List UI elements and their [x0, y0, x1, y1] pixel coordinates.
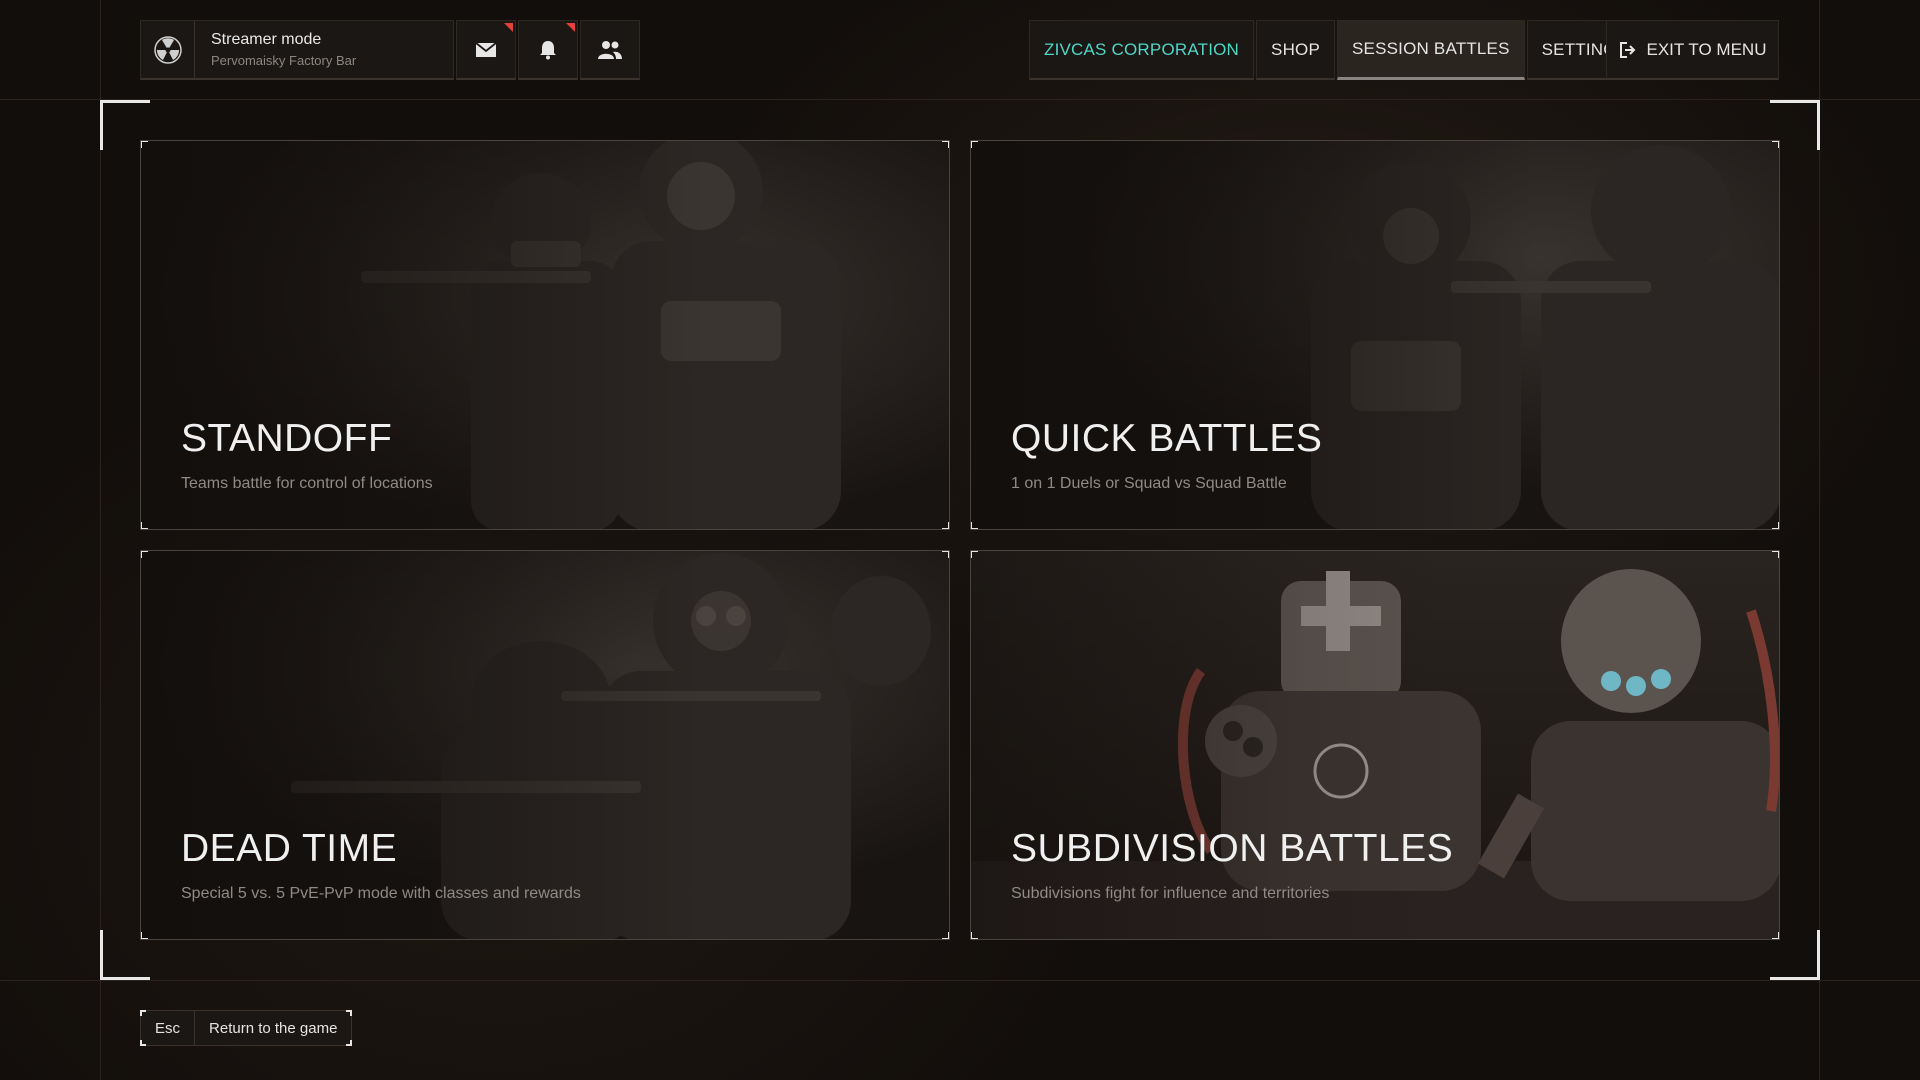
nav-zivcas-corporation[interactable]: ZIVCAS CORPORATION — [1029, 20, 1255, 80]
exit-to-menu-button[interactable]: EXIT TO MENU — [1606, 20, 1779, 80]
mode-description: Teams battle for control of locations — [181, 475, 433, 492]
mode-description: 1 on 1 Duels or Squad vs Squad Battle — [1011, 475, 1287, 492]
exit-icon — [1619, 41, 1635, 58]
main-nav: ZIVCAS CORPORATION SHOP SESSION BATTLES … — [1029, 20, 1644, 80]
mode-description: Special 5 vs. 5 PvE-PvP mode with classe… — [181, 885, 581, 902]
nav-session-battles[interactable]: SESSION BATTLES — [1337, 20, 1525, 80]
mode-description: Subdivisions fight for influence and ter… — [1011, 885, 1330, 902]
notifications-button[interactable] — [518, 20, 578, 80]
frame-line-bottom — [0, 980, 1920, 981]
mode-card-standoff[interactable]: STANDOFF Teams battle for control of loc… — [140, 140, 950, 530]
mode-title: SUBDIVISION BATTLES — [1011, 827, 1454, 870]
footer-hint[interactable]: Esc Return to the game — [140, 1010, 353, 1046]
mail-button[interactable] — [456, 20, 516, 80]
frame-line-left — [100, 0, 101, 1080]
frame-line-top — [0, 99, 1920, 100]
notification-indicator — [566, 23, 575, 32]
bell-icon — [540, 40, 556, 59]
friends-button[interactable] — [580, 20, 640, 80]
return-to-game-button[interactable]: Return to the game — [195, 1010, 353, 1046]
top-bar: Streamer mode Pervomaisky Factory Bar — [140, 20, 640, 80]
friends-icon — [598, 40, 622, 59]
mode-title: DEAD TIME — [181, 827, 398, 870]
profile-name: Streamer mode — [211, 31, 322, 48]
mode-card-quick-battles[interactable]: QUICK BATTLES 1 on 1 Duels or Squad vs S… — [970, 140, 1780, 530]
mode-card-dead-time[interactable]: DEAD TIME Special 5 vs. 5 PvE-PvP mode w… — [140, 550, 950, 940]
notification-indicator — [504, 23, 513, 32]
esc-key[interactable]: Esc — [140, 1010, 196, 1046]
mode-title: QUICK BATTLES — [1011, 417, 1323, 460]
radiation-icon — [141, 21, 195, 78]
mode-card-subdivision-battles[interactable]: SUBDIVISION BATTLES Subdivisions fight f… — [970, 550, 1780, 940]
frame-line-right — [1819, 0, 1820, 1080]
exit-label: EXIT TO MENU — [1646, 39, 1767, 59]
profile-location: Pervomaisky Factory Bar — [211, 53, 357, 68]
nav-shop[interactable]: SHOP — [1256, 20, 1336, 80]
profile-panel[interactable]: Streamer mode Pervomaisky Factory Bar — [140, 20, 454, 80]
mode-title: STANDOFF — [181, 417, 393, 460]
mail-icon — [475, 41, 497, 57]
